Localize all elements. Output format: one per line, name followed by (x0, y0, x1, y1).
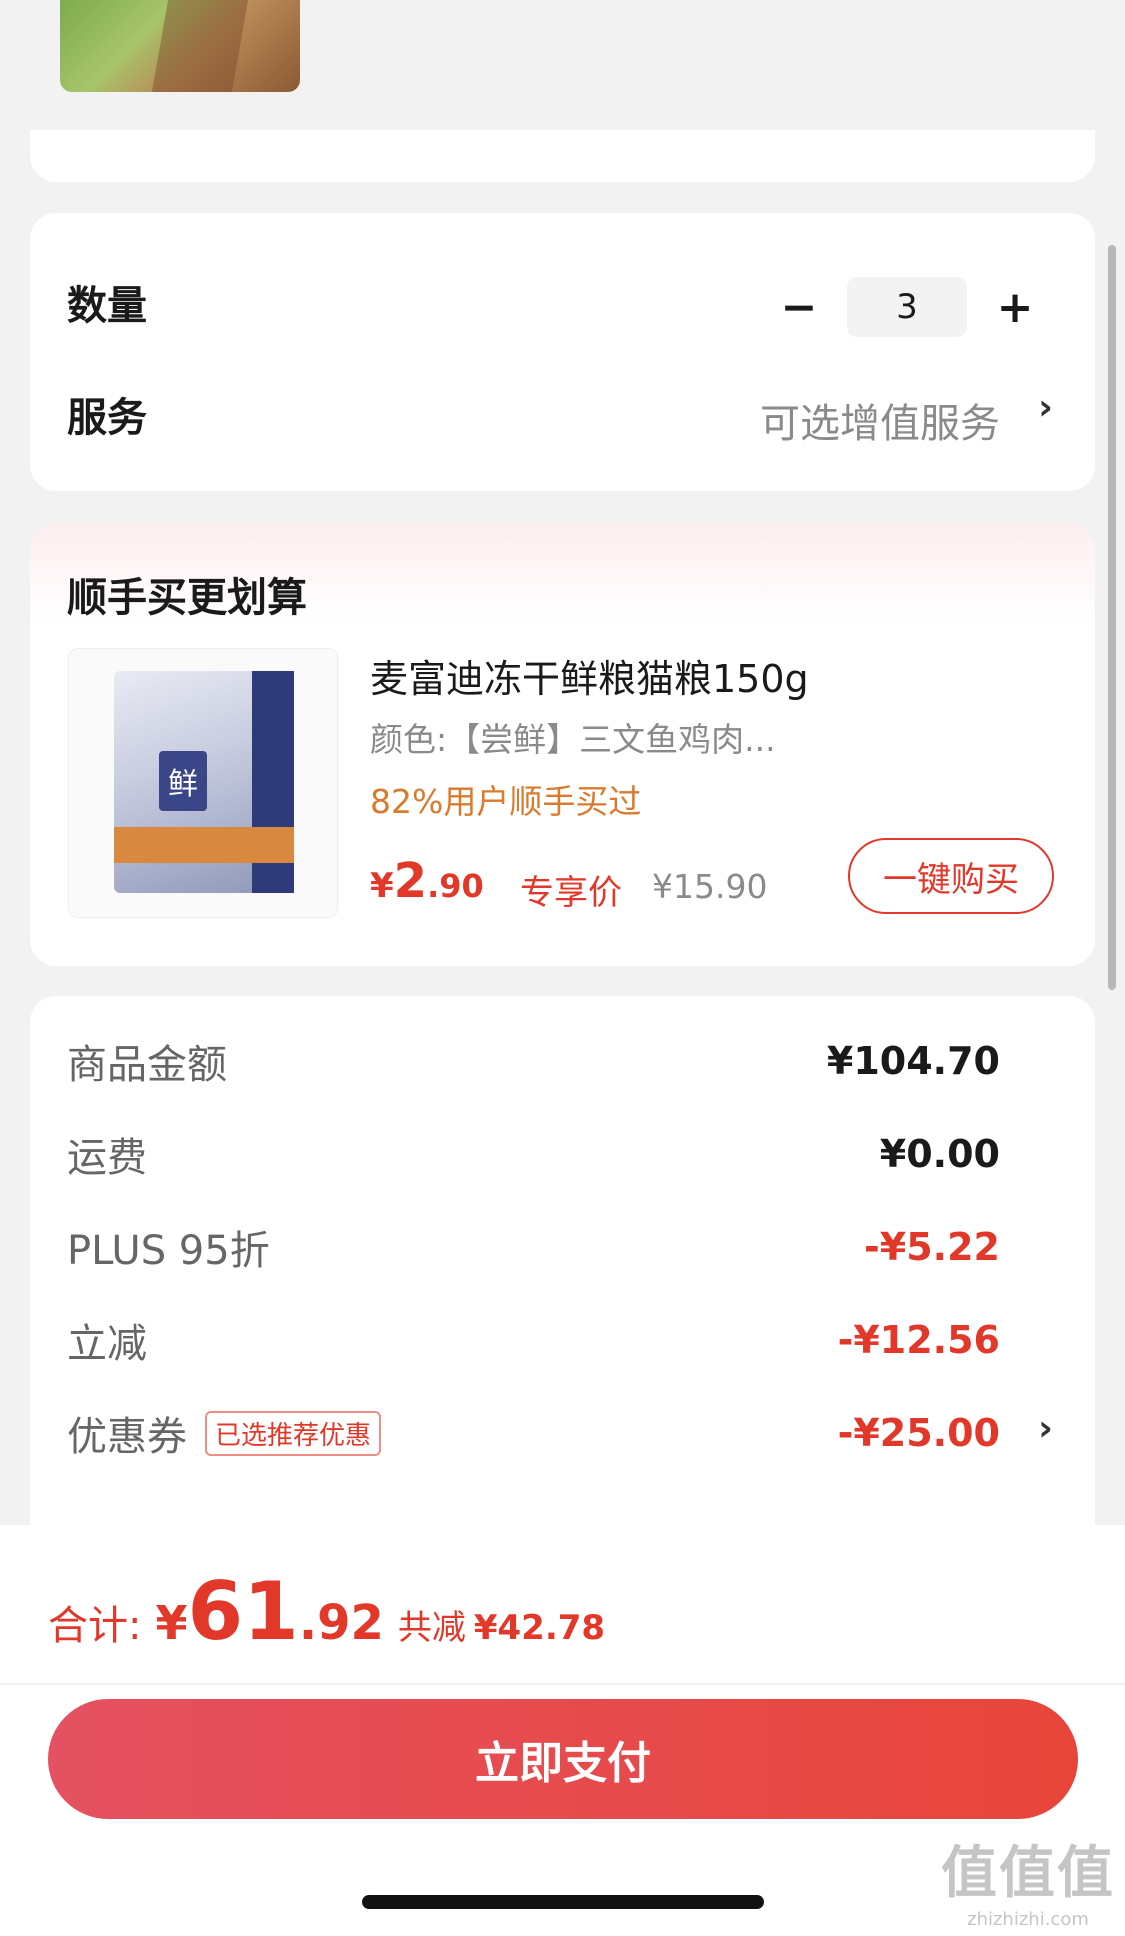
recommend-product-name[interactable]: 麦富迪冻干鲜粮猫粮150g (370, 648, 809, 703)
bag-mark: 鲜 (159, 751, 207, 811)
quantity-input[interactable]: 3 (847, 277, 967, 337)
amount-label: 优惠券 (67, 1414, 187, 1460)
increase-button[interactable]: + (985, 277, 1045, 337)
saved-label: 共减 (397, 1608, 466, 1648)
amount-value: ¥104.70 (826, 1039, 1000, 1083)
total-symbol: ¥ (155, 1596, 188, 1650)
quantity-stepper: − 3 + (769, 277, 1045, 337)
price-decimal: .90 (427, 867, 484, 905)
amount-label: PLUS 95折 (67, 1228, 270, 1274)
divider (0, 1683, 1125, 1685)
exclusive-price-tag: 专享价 (520, 873, 622, 913)
total-decimal: .92 (298, 1595, 384, 1651)
price-integer: 2 (393, 853, 428, 909)
amount-value: ¥0.00 (879, 1132, 1000, 1176)
amount-row-coupon[interactable]: 优惠券 已选推荐优惠 -¥25.00 (67, 1404, 1000, 1462)
recommend-price: ¥2.90 (370, 853, 484, 909)
product-thumbnail[interactable] (60, 0, 300, 92)
service-value[interactable]: 可选增值服务 (760, 391, 1000, 449)
price-symbol: ¥ (370, 866, 394, 906)
amount-row-plus-discount: PLUS 95折 -¥5.22 (67, 1218, 1000, 1276)
amount-label: 立减 (67, 1321, 147, 1367)
amount-row-subtotal: 商品金额 ¥104.70 (67, 1032, 1000, 1090)
amount-row-shipping: 运费 ¥0.00 (67, 1125, 1000, 1183)
coupon-label-group: 优惠券 已选推荐优惠 (67, 1404, 382, 1462)
recommend-product-image[interactable]: 鲜 (68, 648, 338, 918)
checkout-bottom-bar: 合计: ¥ 61 .92 共减 ¥42.78 立即支付 值值值 zhizhizh… (0, 1525, 1125, 1936)
recommend-product-spec[interactable]: 颜色:【尝鲜】三文鱼鸡肉... (370, 713, 776, 761)
amount-label: 运费 (67, 1135, 147, 1181)
original-price: ¥15.90 (652, 867, 768, 906)
product-card-bottom (30, 130, 1095, 182)
amount-value: -¥25.00 (837, 1411, 1000, 1455)
coupon-badge: 已选推荐优惠 (205, 1410, 382, 1456)
recommend-card: 顺手买更划算 鲜 麦富迪冻干鲜粮猫粮150g 颜色:【尝鲜】三文鱼鸡肉... 8… (30, 523, 1095, 966)
pay-now-button[interactable]: 立即支付 (48, 1699, 1078, 1819)
amount-value: -¥5.22 (864, 1225, 1000, 1269)
chevron-right-icon[interactable]: › (1038, 387, 1053, 428)
service-label: 服务 (67, 395, 147, 441)
amount-row-instant-discount: 立减 -¥12.56 (67, 1311, 1000, 1369)
total-summary: 合计: ¥ 61 .92 共减 ¥42.78 (48, 1565, 605, 1658)
recommend-title: 顺手买更划算 (67, 575, 307, 621)
total-label: 合计: (48, 1603, 142, 1649)
cat-food-bag-image: 鲜 (114, 671, 294, 893)
quantity-service-card: 数量 − 3 + 服务 可选增值服务 › (30, 213, 1095, 491)
amount-summary-card: 商品金额 ¥104.70 运费 ¥0.00 PLUS 95折 -¥5.22 立减… (30, 996, 1095, 1556)
total-integer: 61 (187, 1565, 299, 1658)
decrease-button[interactable]: − (769, 277, 829, 337)
watermark-logo: 值值值 zhizhizhi.com (941, 1841, 1115, 1930)
recommend-buyers-stat: 82%用户顺手买过 (370, 782, 642, 821)
amount-label: 商品金额 (67, 1042, 227, 1088)
home-indicator[interactable] (362, 1895, 764, 1909)
checkout-page: 数量 − 3 + 服务 可选增值服务 › 顺手买更划算 鲜 麦富迪冻干鲜粮猫粮1… (0, 0, 1125, 1936)
quantity-label: 数量 (67, 283, 147, 329)
one-click-buy-button[interactable]: 一键购买 (848, 838, 1054, 914)
chevron-right-icon[interactable]: › (1038, 1408, 1053, 1449)
amount-value: -¥12.56 (837, 1318, 1000, 1362)
saved-value: ¥42.78 (473, 1608, 606, 1648)
scrollbar[interactable] (1108, 245, 1116, 990)
